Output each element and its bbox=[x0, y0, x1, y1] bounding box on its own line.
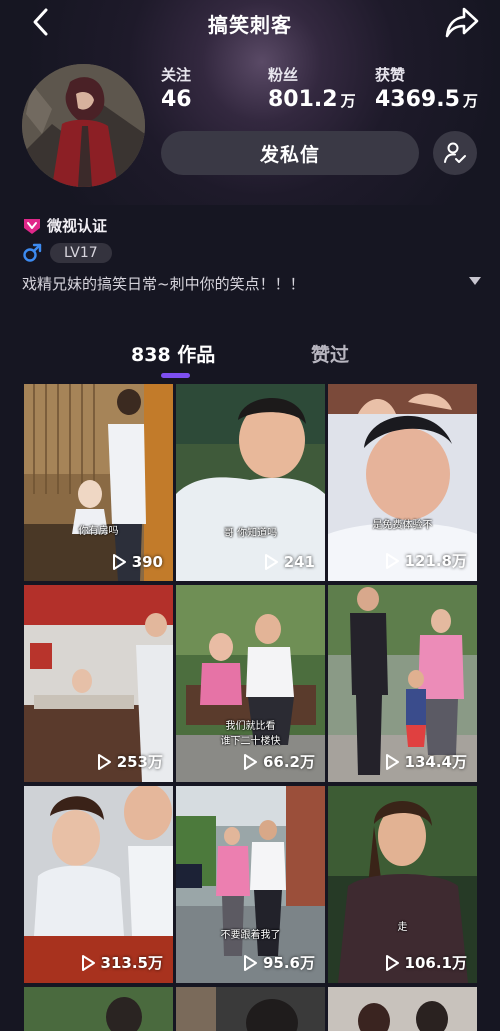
video-thumbnail[interactable]: 313.5万 bbox=[24, 786, 173, 983]
verification-row: 微视认证 bbox=[22, 215, 107, 236]
likes-count: 4369.5 bbox=[375, 87, 460, 112]
stat-likes: 获赞 4369.5 万 bbox=[375, 66, 478, 112]
video-thumbnail[interactable]: 走 106.1万 bbox=[328, 786, 477, 983]
play-icon bbox=[243, 954, 257, 971]
video-caption: 不要跟着我了 bbox=[220, 930, 281, 941]
play-count: 253万 bbox=[97, 751, 163, 772]
page-title: 搞笑刺客 bbox=[208, 13, 292, 37]
thumbnail-image bbox=[176, 384, 325, 581]
play-icon bbox=[81, 954, 95, 971]
video-thumbnail[interactable] bbox=[176, 987, 325, 1031]
play-icon bbox=[264, 554, 278, 570]
play-count: 66.2万 bbox=[243, 751, 315, 772]
male-icon bbox=[23, 243, 42, 262]
expand-triangle-icon[interactable] bbox=[468, 276, 482, 286]
play-icon bbox=[112, 554, 126, 570]
thumbnail-image bbox=[24, 384, 173, 581]
video-thumbnail[interactable]: 你有房吗 390 bbox=[24, 384, 173, 581]
video-thumbnail[interactable] bbox=[24, 987, 173, 1031]
play-count: 106.1万 bbox=[385, 952, 467, 973]
verified-badge-icon bbox=[24, 218, 40, 234]
thumbnail-image bbox=[176, 987, 325, 1031]
profile-stats: 关注 46 粉丝 801.2 万 获赞 4369.5 万 bbox=[0, 64, 500, 124]
video-thumbnail[interactable]: 哥 你知道吗 241 bbox=[176, 384, 325, 581]
play-count: 95.6万 bbox=[243, 952, 315, 973]
tab-liked[interactable]: 赞过 bbox=[311, 340, 349, 367]
profile-bio: 戏精兄妹的搞笑日常~刺中你的笑点！！！ bbox=[22, 275, 305, 293]
add-friend-icon bbox=[444, 142, 466, 163]
video-caption: 你有房吗 bbox=[78, 526, 119, 537]
play-icon bbox=[97, 753, 111, 770]
gender-level-row: LV17 bbox=[22, 243, 112, 263]
play-icon bbox=[385, 753, 399, 770]
video-caption: 走 bbox=[397, 922, 408, 933]
play-icon bbox=[243, 753, 257, 770]
play-icon bbox=[385, 954, 399, 971]
thumbnail-image bbox=[328, 987, 477, 1031]
top-bar: 搞笑刺客 bbox=[0, 0, 500, 46]
play-count: 134.4万 bbox=[385, 751, 467, 772]
video-caption: 哥 你知道吗 bbox=[223, 528, 278, 539]
play-icon bbox=[385, 552, 399, 569]
video-thumbnail[interactable]: 是免费体验不 121.8万 bbox=[328, 384, 477, 581]
play-count: 390 bbox=[112, 553, 163, 571]
level-badge: LV17 bbox=[50, 243, 112, 263]
tab-works[interactable]: 838 作品 bbox=[131, 340, 215, 367]
play-count: 241 bbox=[264, 553, 315, 571]
video-thumbnail[interactable]: 134.4万 bbox=[328, 585, 477, 782]
play-count: 121.8万 bbox=[385, 550, 467, 571]
stat-followers[interactable]: 粉丝 801.2 万 bbox=[268, 64, 356, 112]
play-count: 313.5万 bbox=[81, 952, 163, 973]
video-thumbnail[interactable]: 不要跟着我了 95.6万 bbox=[176, 786, 325, 983]
video-thumbnail[interactable] bbox=[328, 987, 477, 1031]
stat-following[interactable]: 关注 46 bbox=[161, 64, 195, 112]
video-caption: 是免费体验不 bbox=[372, 520, 433, 531]
video-thumbnail[interactable]: 253万 bbox=[24, 585, 173, 782]
video-thumbnail[interactable]: 我们就比看 谁下二十楼快 66.2万 bbox=[176, 585, 325, 782]
following-count: 46 bbox=[161, 87, 192, 112]
send-message-button[interactable]: 发私信 bbox=[161, 131, 419, 175]
followers-count: 801.2 bbox=[268, 87, 338, 112]
video-caption: 我们就比看 谁下二十楼快 bbox=[220, 721, 281, 747]
follow-button[interactable] bbox=[433, 131, 477, 175]
share-arrow-icon[interactable] bbox=[444, 5, 480, 39]
active-tab-indicator bbox=[161, 373, 190, 378]
verification-label: 微视认证 bbox=[47, 217, 108, 235]
thumbnail-image bbox=[24, 987, 173, 1031]
